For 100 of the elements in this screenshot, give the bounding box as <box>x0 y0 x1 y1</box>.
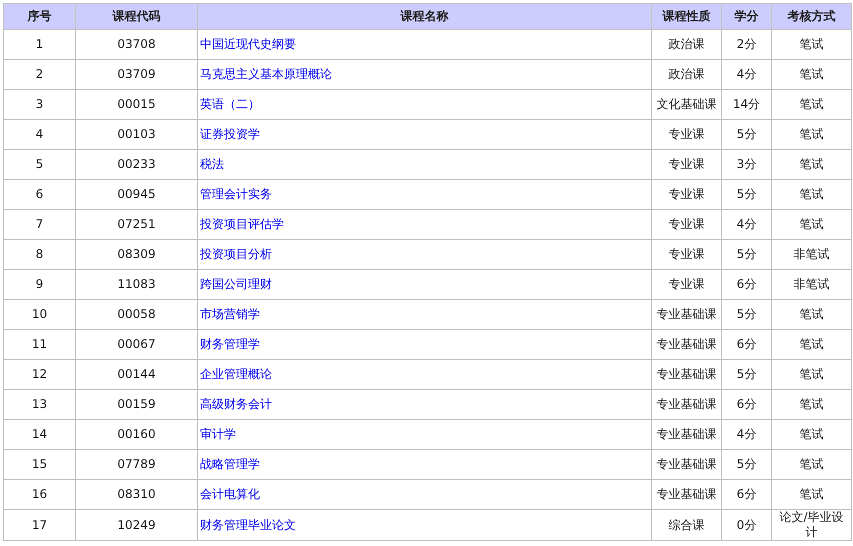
course-link[interactable]: 财务管理学 <box>200 337 260 351</box>
table-cell: 5分 <box>736 127 756 141</box>
table-cell: 文化基础课 <box>656 97 716 111</box>
table-cell: 2分 <box>736 37 756 51</box>
table-cell: 14 <box>32 427 48 441</box>
course-link[interactable]: 中国近现代史纲要 <box>200 37 296 51</box>
table-cell: 5分 <box>736 187 756 201</box>
table-cell: 6 <box>36 187 44 201</box>
table-cell: 非笔试 <box>794 247 830 261</box>
table-cell: 5分 <box>736 307 756 321</box>
course-link[interactable]: 战略管理学 <box>200 457 260 471</box>
table-cell: 专业基础课 <box>656 307 716 321</box>
table-cell: 笔试 <box>800 157 824 171</box>
table-cell: 6分 <box>736 397 756 411</box>
table-cell: 政治课 <box>668 37 704 51</box>
table-cell: 专业课 <box>668 127 704 141</box>
table-cell: 5分 <box>736 457 756 471</box>
table-cell: 11 <box>32 337 48 351</box>
table-cell: 00058 <box>117 307 156 321</box>
table-cell: 13 <box>32 397 48 411</box>
course-link[interactable]: 跨国公司理财 <box>200 277 272 291</box>
table-cell: 07251 <box>117 217 156 231</box>
table-cell: 5 <box>36 157 44 171</box>
column-header: 序号 <box>4 4 76 30</box>
column-header: 课程性质 <box>652 4 722 30</box>
table-cell: 笔试 <box>800 67 824 81</box>
course-link[interactable]: 企业管理概论 <box>200 367 272 381</box>
table-cell: 08310 <box>117 487 156 501</box>
table-cell: 笔试 <box>800 487 824 501</box>
course-link[interactable]: 投资项目分析 <box>200 247 272 261</box>
table-cell: 14分 <box>732 97 760 111</box>
table-cell: 笔试 <box>800 187 824 201</box>
table-cell: 论文/毕业设计 <box>779 510 844 539</box>
table-cell: 10 <box>32 307 48 321</box>
table-cell: 0分 <box>736 518 756 532</box>
table-cell: 00015 <box>117 97 156 111</box>
table-cell: 00233 <box>117 157 156 171</box>
table-cell: 专业基础课 <box>656 337 716 351</box>
course-link[interactable]: 投资项目评估学 <box>200 217 284 231</box>
course-link[interactable]: 马克思主义基本原理概论 <box>200 67 332 81</box>
table-cell: 00160 <box>117 427 156 441</box>
table-cell: 00159 <box>117 397 156 411</box>
table-cell: 8 <box>36 247 44 261</box>
table-cell: 17 <box>32 518 48 532</box>
table-cell: 专业课 <box>668 157 704 171</box>
table-cell: 专业课 <box>668 277 704 291</box>
table-cell: 笔试 <box>800 457 824 471</box>
table-cell: 6分 <box>736 487 756 501</box>
table-cell: 11083 <box>117 277 156 291</box>
table-cell: 12 <box>32 367 48 381</box>
course-link[interactable]: 会计电算化 <box>200 487 260 501</box>
table-cell: 07789 <box>117 457 156 471</box>
table-cell: 笔试 <box>800 37 824 51</box>
table-cell: 非笔试 <box>794 277 830 291</box>
table-cell: 6分 <box>736 337 756 351</box>
table-cell: 6分 <box>736 277 756 291</box>
table-cell: 4分 <box>736 217 756 231</box>
column-header: 课程名称 <box>198 4 652 30</box>
table-cell: 9 <box>36 277 44 291</box>
column-header: 课程代码 <box>76 4 198 30</box>
table-cell: 笔试 <box>800 427 824 441</box>
table-cell: 5分 <box>736 247 756 261</box>
table-cell: 00144 <box>117 367 156 381</box>
course-link[interactable]: 市场营销学 <box>200 307 260 321</box>
table-cell: 08309 <box>117 247 156 261</box>
course-link[interactable]: 管理会计实务 <box>200 187 272 201</box>
table-cell: 5分 <box>736 367 756 381</box>
course-link[interactable]: 高级财务会计 <box>200 397 272 411</box>
column-header: 学分 <box>722 4 772 30</box>
table-cell: 03708 <box>117 37 156 51</box>
table-cell: 笔试 <box>800 97 824 111</box>
table-cell: 7 <box>36 217 44 231</box>
table-cell: 专业基础课 <box>656 427 716 441</box>
table-cell: 专业基础课 <box>656 457 716 471</box>
table-cell: 专业课 <box>668 217 704 231</box>
table-cell: 专业基础课 <box>656 367 716 381</box>
table-cell: 笔试 <box>800 397 824 411</box>
table-cell: 10249 <box>117 518 156 532</box>
course-link[interactable]: 审计学 <box>200 427 236 441</box>
table-cell: 笔试 <box>800 217 824 231</box>
table-cell: 00103 <box>117 127 156 141</box>
table-cell: 3 <box>36 97 44 111</box>
table-cell: 笔试 <box>800 337 824 351</box>
table-cell: 4分 <box>736 427 756 441</box>
course-link[interactable]: 证券投资学 <box>200 127 260 141</box>
table-cell: 笔试 <box>800 307 824 321</box>
table-cell: 专业基础课 <box>656 397 716 411</box>
course-link[interactable]: 英语（二） <box>200 97 260 111</box>
column-header: 考核方式 <box>772 4 852 30</box>
table-cell: 专业课 <box>668 187 704 201</box>
table-cell: 2 <box>36 67 44 81</box>
table-cell: 16 <box>32 487 48 501</box>
table-cell: 综合课 <box>668 518 704 532</box>
course-link[interactable]: 税法 <box>200 157 224 171</box>
table-cell: 1 <box>36 37 44 51</box>
table-cell: 00067 <box>117 337 156 351</box>
table-cell: 4 <box>36 127 44 141</box>
table-cell: 03709 <box>117 67 156 81</box>
course-link[interactable]: 财务管理毕业论文 <box>200 518 296 532</box>
table-cell: 00945 <box>117 187 156 201</box>
